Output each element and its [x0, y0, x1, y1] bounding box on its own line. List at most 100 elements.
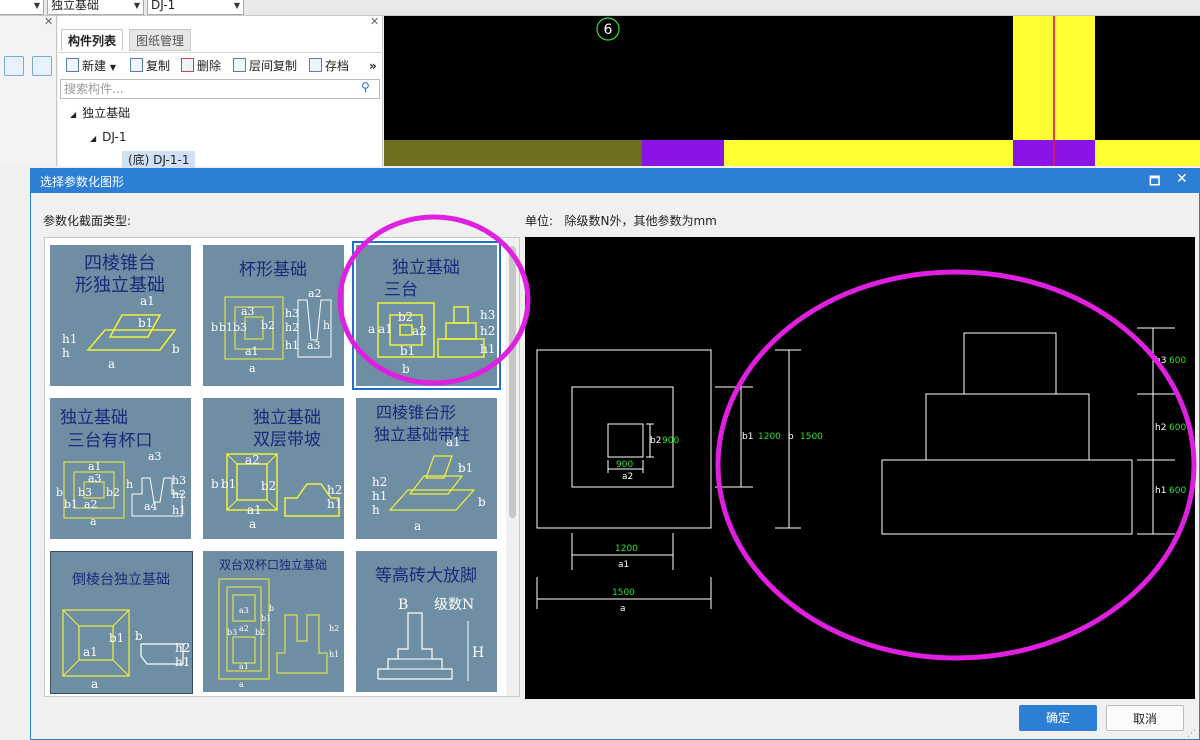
grid-view-icon[interactable]	[32, 56, 52, 76]
svg-text:h2: h2	[1155, 423, 1166, 433]
tree-item-child-label: DJ-1	[102, 130, 127, 144]
svg-text:h1: h1	[175, 655, 190, 669]
unit-label-value: 除级数N外，其他参数为mm	[564, 214, 717, 228]
plan-dimension-labels: b2 900 900 a2 b1 1200 b 1500 1200 a1 150…	[612, 432, 823, 614]
floor-select[interactable]: 独立基础 ▼	[47, 0, 144, 15]
maximize-icon[interactable]: 🗖	[1149, 172, 1160, 193]
thumbnail-cup-foundation[interactable]: 杯形基础 a2 a3 b2 h3 h2 h1 h a1 a a3 b b1 b3	[203, 245, 344, 386]
prev-select[interactable]: ▼	[0, 0, 44, 15]
thumbnail-double-cup[interactable]: 双台双杯口独立基础 a3 a2 a1 b3 b2 b1 b a h2 h1	[203, 551, 344, 692]
svg-text:h1: h1	[480, 342, 495, 356]
svg-text:h1: h1	[285, 339, 299, 352]
thumbnail-scrollbar[interactable]	[506, 238, 519, 696]
tab-component-list[interactable]: 构件列表	[61, 29, 124, 51]
new-button[interactable]: 新建 ▼	[66, 56, 116, 76]
close-icon[interactable]: ✕	[1176, 171, 1188, 187]
chevron-down-icon: ▼	[109, 63, 116, 72]
svg-text:b: b	[172, 342, 180, 356]
svg-text:h: h	[62, 346, 70, 360]
copy-floor-button[interactable]: 层间复制	[233, 56, 297, 76]
copy-button-label: 复制	[146, 59, 171, 73]
svg-text:b: b	[478, 495, 486, 509]
svg-text:a1: a1	[378, 322, 393, 336]
svg-text:a: a	[90, 515, 97, 528]
svg-text:1500: 1500	[612, 588, 635, 598]
elevation-dimension-labels: h3 600 h2 600 h1 600	[1155, 356, 1186, 496]
svg-text:B: B	[398, 597, 408, 613]
preview-drawing: b2 900 900 a2 b1 1200 b 1500 1200 a1 150…	[536, 327, 1186, 614]
svg-text:b1: b1	[400, 344, 415, 358]
tree-item-leaf-label: (底) DJ-1-1	[128, 153, 190, 167]
thumbnail-double-sloped[interactable]: 独立基础 双层带坡 a2 b b1 b2 a1 a h2 h1	[203, 398, 344, 539]
tree-item-child[interactable]: ◢ DJ-1	[90, 128, 126, 146]
component-select-value: DJ-1	[151, 0, 176, 12]
archive-button[interactable]: 存档	[309, 56, 349, 76]
section-type-label: 参数化截面类型:	[43, 214, 132, 228]
svg-text:a3: a3	[307, 339, 321, 352]
purple-beam	[642, 140, 724, 166]
thumbnail-pyramid-frustum[interactable]: 四棱锥台 形独立基础 a1 b1 h1 h b a	[50, 245, 191, 386]
close-icon[interactable]: ✕	[44, 15, 53, 28]
svg-text:a1: a1	[140, 294, 155, 308]
svg-text:a1: a1	[618, 560, 629, 570]
svg-text:a1: a1	[247, 503, 262, 517]
thumb-title-line1: 四棱锥台	[84, 253, 156, 274]
svg-text:h1: h1	[172, 504, 186, 517]
delete-button[interactable]: 删除	[181, 56, 221, 76]
thumbnail-inverted-frustum[interactable]: 倒棱台独立基础 b1 a1 b h2 h1 a	[50, 551, 193, 694]
tree-item-root[interactable]: ◢ 独立基础	[70, 104, 130, 122]
svg-text:b1: b1	[109, 631, 124, 645]
search-input[interactable]: 搜索构件...	[60, 79, 380, 99]
new-button-label: 新建	[82, 59, 107, 73]
copy-button[interactable]: 复制	[130, 56, 170, 76]
divider	[58, 52, 383, 53]
svg-text:b3: b3	[227, 628, 237, 637]
svg-text:b: b	[269, 604, 274, 613]
thumbnail-frustum-with-column[interactable]: 四棱锥台形 独立基础带柱 a1 b1 h2 h1 h b a	[356, 398, 497, 539]
component-panel: ✕ 构件列表 图纸管理 新建 ▼ 复制 删除 层间复制 存档 » 搜索构件...…	[58, 15, 383, 169]
svg-text:级数N: 级数N	[434, 597, 474, 613]
svg-text:b1: b1	[742, 432, 753, 442]
svg-text:b: b	[788, 432, 794, 442]
delete-button-label: 删除	[197, 59, 222, 73]
thumbnail-8-drawing: 等高砖大放脚 B 级数N H	[375, 566, 484, 681]
cancel-button[interactable]: 取消	[1106, 705, 1184, 731]
tab-drawing-management[interactable]: 图纸管理	[129, 29, 192, 51]
svg-text:b2: b2	[398, 310, 413, 324]
thumb-title-line2: 三台有杯口	[68, 431, 153, 451]
thumbnail-0-drawing: 四棱锥台 形独立基础 a1 b1 h1 h b a	[62, 253, 180, 371]
thumb-title-line1: 等高砖大放脚	[375, 566, 477, 586]
yellow-beam-right	[1095, 140, 1200, 166]
resize-grip-icon[interactable]: ⋰	[1187, 729, 1196, 739]
svg-text:a1: a1	[245, 345, 259, 358]
scrollbar-thumb[interactable]	[509, 246, 516, 518]
shape-preview-canvas: b2 900 900 a2 b1 1200 b 1500 1200 a1 150…	[525, 237, 1195, 699]
tree-item-root-label: 独立基础	[82, 106, 131, 120]
drawing-canvas[interactable]: 6	[384, 16, 1200, 166]
thumb-title-line1: 独立基础	[253, 408, 321, 428]
thumbnail-brick-footing[interactable]: 等高砖大放脚 B 级数N H	[356, 551, 497, 692]
tree-item-leaf[interactable]: (底) DJ-1-1	[122, 151, 196, 169]
expand-icon: ◢	[90, 134, 97, 143]
component-select[interactable]: DJ-1 ▼	[147, 0, 244, 15]
thumbnail-5-drawing: 四棱锥台形 独立基础带柱 a1 b1 h2 h1 h b a	[372, 403, 486, 533]
unit-label: 单位: 除级数N外，其他参数为mm	[525, 212, 717, 229]
list-view-icon[interactable]	[4, 56, 24, 76]
svg-text:a2: a2	[622, 472, 633, 482]
svg-text:a: a	[91, 677, 98, 691]
more-button[interactable]: »	[369, 56, 377, 76]
thumbnail-3-drawing: 独立基础 三台有杯口 a1 a3 b3 b2 a2 a b b1 h a3 a4…	[56, 408, 186, 528]
thumbnail-three-tier-cup[interactable]: 独立基础 三台有杯口 a1 a3 b3 b2 a2 a b b1 h a3 a4…	[50, 398, 191, 539]
thumbnail-7-drawing: 双台双杯口独立基础 a3 a2 a1 b3 b2 b1 b a h2 h1	[218, 557, 339, 689]
thumb-title-line1: 四棱锥台形	[376, 403, 456, 422]
chevron-down-icon: ▼	[233, 1, 240, 10]
svg-text:h1: h1	[372, 489, 387, 503]
search-icon[interactable]: ⚲	[361, 80, 370, 94]
svg-text:h2: h2	[285, 321, 299, 334]
svg-text:h2: h2	[480, 324, 495, 338]
svg-text:a1: a1	[83, 645, 98, 659]
close-icon[interactable]: ✕	[370, 15, 379, 28]
left-tool-strip: ✕	[0, 15, 57, 166]
ok-button[interactable]: 确定	[1019, 705, 1097, 731]
thumbnail-three-tier-foundation[interactable]: 独立基础 三台 a a1 b2 a2 b1 b h3 h2 h1	[352, 241, 501, 390]
